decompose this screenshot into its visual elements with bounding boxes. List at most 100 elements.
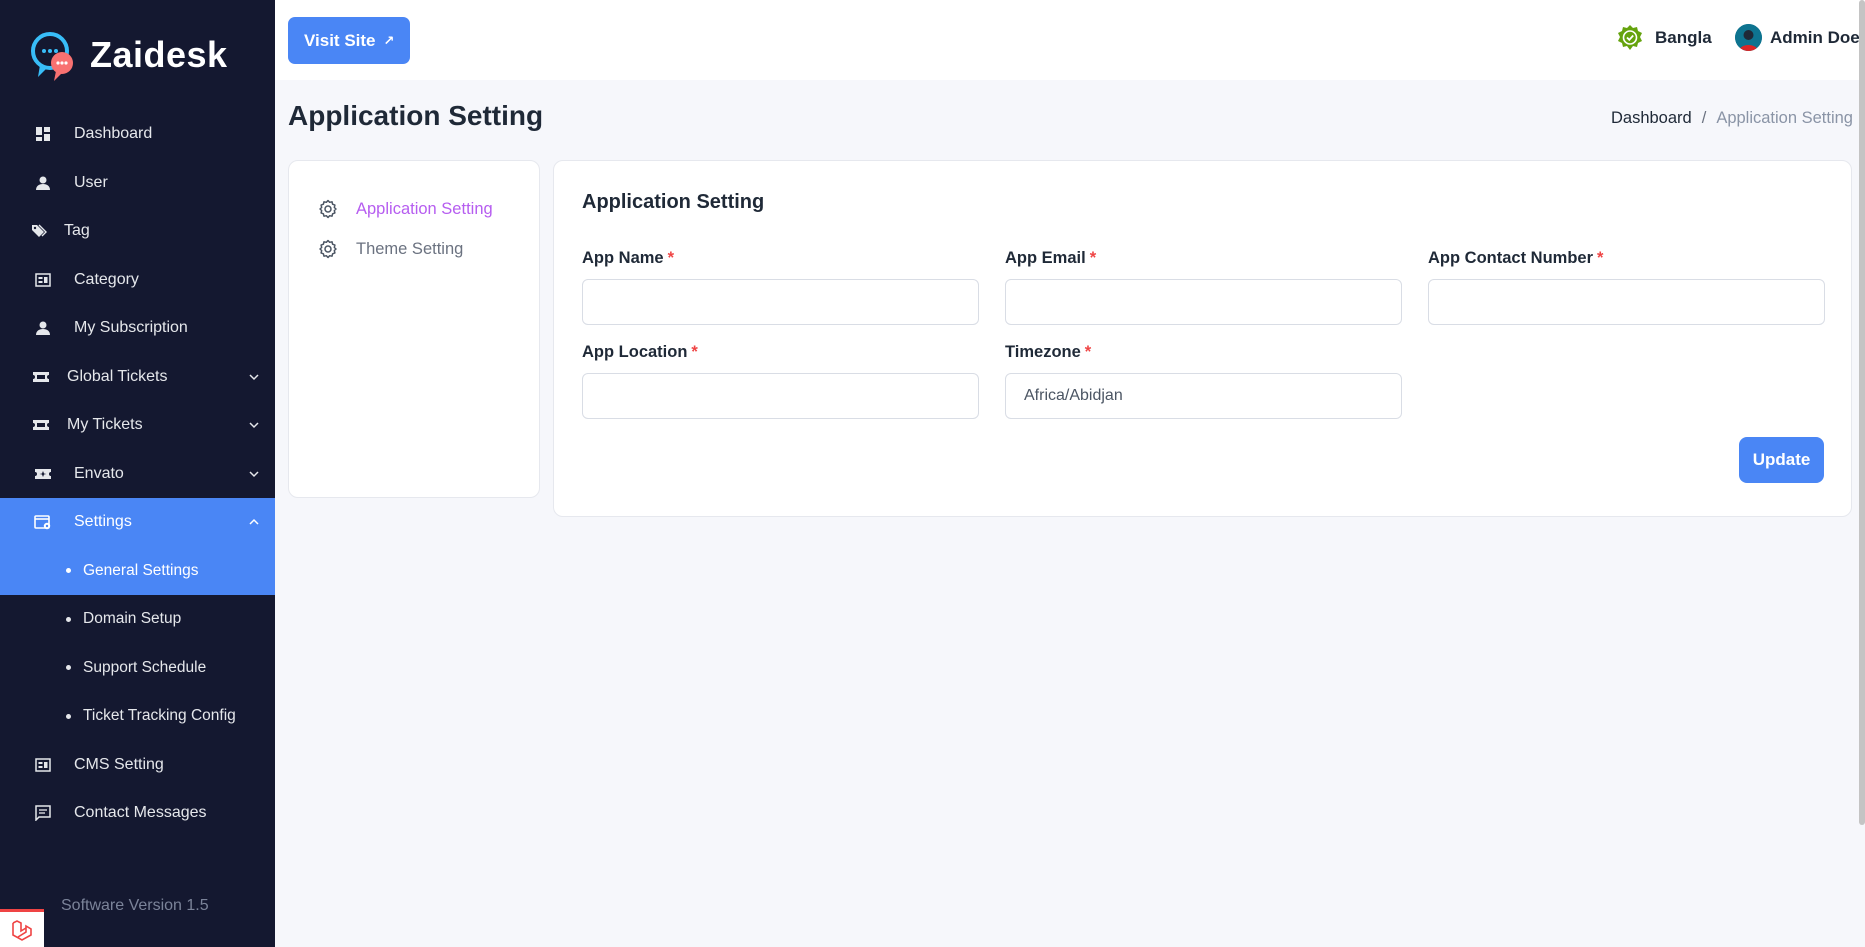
user-menu[interactable]: Admin Doe [1735,24,1860,51]
chevron-down-icon [247,418,261,432]
verified-badge-icon [1616,24,1644,52]
settings-menu-label: Theme Setting [356,239,464,258]
sidebar-subitem-support-schedule[interactable]: Support Schedule [0,644,275,693]
brand[interactable]: Zaidesk [0,0,275,110]
chevron-up-icon [247,515,261,529]
bullet-icon [66,568,71,574]
message-icon [34,804,52,822]
sidebar-item-label: Settings [74,513,132,531]
breadcrumb-current: Application Setting [1716,109,1853,127]
sidebar-subitem-general-settings[interactable]: General Settings [0,546,275,595]
breadcrumb-dashboard-link[interactable]: Dashboard [1611,109,1692,128]
scrollbar[interactable] [1859,0,1865,825]
app-email-input[interactable] [1005,279,1402,325]
sidebar-item-global-tickets[interactable]: Global Tickets [0,353,275,402]
settings-menu-card: Application Setting Theme Setting [288,160,540,498]
dashboard-icon [34,125,52,143]
ticket-icon [32,416,50,434]
sidebar-subitem-label: Domain Setup [83,610,182,628]
user-icon [34,174,52,192]
sidebar-item-label: Contact Messages [74,804,207,822]
sidebar-item-label: Tag [64,222,90,240]
sidebar-item-label: Envato [74,464,124,482]
sidebar-item-label: User [74,173,108,191]
zaidesk-logo-icon [30,29,78,81]
bullet-icon [66,665,71,671]
visit-site-label: Visit Site [304,30,376,50]
form-title: Application Setting [582,191,765,213]
user-icon [34,319,52,337]
settings-menu-theme-setting[interactable]: Theme Setting [289,229,539,269]
page-title: Application Setting [288,100,544,131]
chevron-down-icon [247,467,261,481]
sidebar-subitem-domain-setup[interactable]: Domain Setup [0,595,275,644]
required-mark: * [1597,249,1604,267]
visit-site-button[interactable]: Visit Site ↗ [288,17,411,64]
update-button[interactable]: Update [1739,437,1824,483]
timezone-label: Timezone * [1005,343,1092,361]
required-mark: * [1084,343,1092,361]
sidebar-item-dashboard[interactable]: Dashboard [0,110,275,159]
software-version: Software Version 1.5 [61,897,209,914]
required-mark: * [667,249,675,267]
app-location-input[interactable] [582,373,979,419]
required-mark: * [691,343,698,361]
app-name-input[interactable] [582,279,979,325]
user-name: Admin Doe [1770,27,1860,47]
settings-menu-label: Application Setting [356,199,493,218]
app-location-label: App Location * [582,343,698,361]
app-contact-field-group: App Contact Number * [1428,249,1825,325]
brand-name: Zaidesk [90,34,228,75]
laravel-icon[interactable] [0,909,44,947]
chevron-down-icon [247,370,261,384]
app-name-label: App Name * [582,249,675,267]
sidebar-item-cms-setting[interactable]: CMS Setting [0,741,275,790]
sidebar-item-my-subscription[interactable]: My Subscription [0,304,275,353]
sidebar-item-label: CMS Setting [74,755,164,773]
sidebar-subitem-label: Support Schedule [83,658,207,676]
external-link-icon: ↗ [383,32,395,48]
sidebar-item-my-tickets[interactable]: My Tickets [0,401,275,450]
category-icon [34,271,52,289]
app-contact-input[interactable] [1428,279,1825,325]
breadcrumb-separator: / [1701,109,1707,127]
sidebar: Zaidesk Dashboard User Tag Category My S… [0,0,275,947]
app-email-label: App Email * [1005,249,1097,267]
timezone-select[interactable]: Africa/Abidjan [1005,373,1402,419]
timezone-field-group: Timezone * Africa/Abidjan [1005,343,1402,419]
bullet-icon [66,616,71,622]
sidebar-nav: Dashboard User Tag Category My Subscript… [0,110,275,838]
topbar: Visit Site ↗ Bangla Admin Doe [275,0,1865,825]
sidebar-item-contact-messages[interactable]: Contact Messages [0,789,275,838]
sidebar-item-label: My Tickets [67,416,143,434]
gear-icon [318,199,338,219]
sidebar-item-label: Dashboard [74,125,153,143]
language-selector[interactable]: Bangla [1616,24,1712,52]
bullet-icon [66,713,71,719]
app-location-field-group: App Location * [582,343,979,419]
sidebar-item-category[interactable]: Category [0,256,275,305]
envato-icon [34,465,52,483]
app-email-field-group: App Email * [1005,249,1402,325]
application-setting-form: Application Setting App Name * App Email *… [553,160,1852,517]
sidebar-item-settings[interactable]: Settings [0,498,275,547]
app-contact-label: App Contact Number * [1428,249,1604,267]
tag-icon [30,222,48,240]
settings-menu-application-setting[interactable]: Application Setting [289,189,539,229]
sidebar-item-label: Global Tickets [67,367,168,385]
settings-window-icon [34,513,52,531]
sidebar-subitem-label: Ticket Tracking Config [83,707,236,725]
sidebar-item-envato[interactable]: Envato [0,450,275,499]
sidebar-item-user[interactable]: User [0,159,275,208]
sidebar-item-tag[interactable]: Tag [0,207,275,256]
sidebar-item-label: Category [74,270,139,288]
sidebar-subitem-ticket-tracking-config[interactable]: Ticket Tracking Config [0,692,275,741]
app-name-field-group: App Name * [582,249,979,325]
sidebar-subitem-label: General Settings [83,561,199,579]
language-label: Bangla [1655,28,1712,47]
sidebar-item-label: My Subscription [74,319,188,337]
required-mark: * [1089,249,1097,267]
gear-icon [318,239,338,259]
cms-icon [34,756,52,774]
avatar [1735,24,1762,51]
